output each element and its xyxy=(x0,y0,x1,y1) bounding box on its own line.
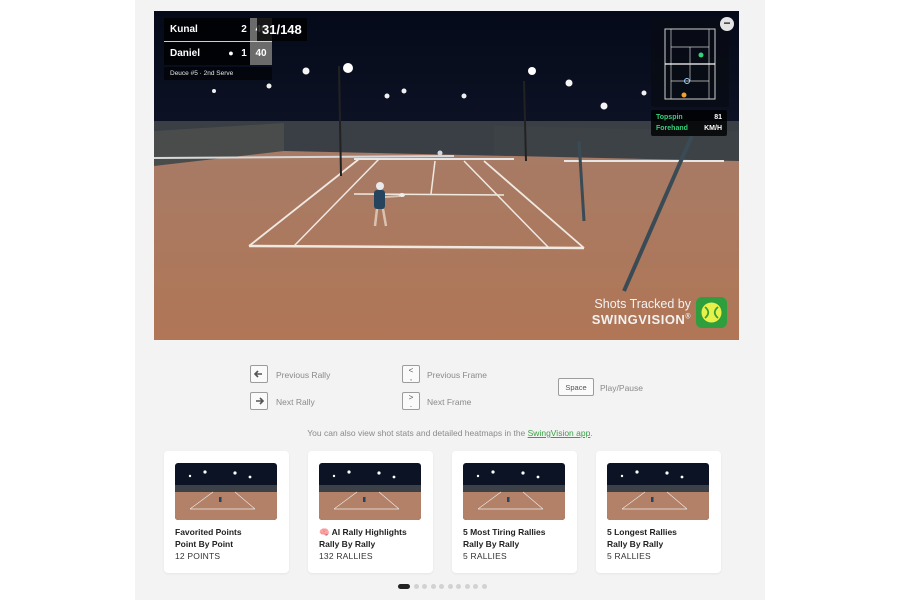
card-count: 5 RALLIES xyxy=(607,551,651,561)
pagination-dot[interactable] xyxy=(481,584,487,589)
card-title: 5 Most Tiring Rallies xyxy=(463,527,546,537)
pagination-dot[interactable] xyxy=(447,584,453,589)
registered-mark: ® xyxy=(685,313,691,321)
pagination-dot[interactable] xyxy=(439,584,444,589)
serve-indicator xyxy=(224,18,238,41)
court-minimap xyxy=(651,17,729,107)
pagination-dot[interactable] xyxy=(464,584,470,589)
player-name: Kunal xyxy=(164,18,224,41)
shortcut-next-frame: Next Frame xyxy=(427,397,472,407)
point-status: Deuce #5 · 2nd Serve xyxy=(164,67,272,80)
shortcut-play-pause: Play/Pause xyxy=(600,383,643,393)
card-thumbnail xyxy=(463,463,565,520)
shot-info-panel: Topspin Forehand 81 KM/H xyxy=(651,110,727,136)
watermark-brand: SWINGVISION xyxy=(591,312,686,327)
scoreboard: Kunal 2 40 Daniel ● 1 40 Deuce #5 · 2nd … xyxy=(164,18,272,80)
speed-unit: KM/H xyxy=(704,125,722,132)
minimize-icon[interactable]: − xyxy=(720,17,734,31)
arrow-left-icon[interactable] xyxy=(250,365,268,383)
pagination-dot-active[interactable] xyxy=(398,584,410,589)
opponent-marker xyxy=(681,92,687,98)
note-end: . xyxy=(590,428,593,438)
playlist-card[interactable]: Favorited Points Point By Point 12 POINTS xyxy=(164,451,289,573)
space-key[interactable]: Space xyxy=(558,378,594,396)
pagination-dot[interactable] xyxy=(413,584,419,589)
spin-type: Topspin xyxy=(656,114,683,121)
playlist-card[interactable]: 🧠 AI Rally Highlights Rally By Rally 132 R… xyxy=(308,451,433,573)
period-key[interactable]: > . xyxy=(402,392,420,410)
playlist-card[interactable]: 5 Longest Rallies Rally By Rally 5 RALLIES xyxy=(596,451,721,573)
stroke-type: Forehand xyxy=(656,125,688,132)
card-count: 12 POINTS xyxy=(175,551,221,561)
pagination-dot[interactable] xyxy=(430,584,436,589)
playlist-card[interactable]: 5 Most Tiring Rallies Rally By Rally 5 RAL… xyxy=(452,451,577,573)
pagination-dot[interactable] xyxy=(456,584,461,589)
score-row-player-2: Daniel ● 1 40 xyxy=(164,42,272,65)
swingvision-watermark: Shots Tracked by SWINGVISION® xyxy=(592,297,691,327)
card-thumbnail xyxy=(319,463,421,520)
shortcut-next-rally: Next Rally xyxy=(276,397,315,407)
shot-counter: 31/148 xyxy=(257,18,307,41)
shortcut-previous-frame: Previous Frame xyxy=(427,370,487,380)
watermark-line-1: Shots Tracked by xyxy=(594,297,691,311)
card-count: 5 RALLIES xyxy=(463,551,507,561)
shot-speed: 81 xyxy=(714,114,722,121)
card-title: AI Rally Highlights xyxy=(331,527,407,537)
minimap-court xyxy=(664,28,716,100)
card-subtitle: Rally By Rally xyxy=(607,539,664,549)
arrow-right-icon[interactable] xyxy=(250,392,268,410)
note-text: You can also view shot stats and detaile… xyxy=(307,428,528,438)
player-name: Daniel xyxy=(164,42,224,65)
card-title: 5 Longest Rallies xyxy=(607,527,677,537)
card-thumbnail xyxy=(175,463,277,520)
carousel-pagination xyxy=(398,584,490,589)
card-title: Favorited Points xyxy=(175,527,242,537)
pagination-dot[interactable] xyxy=(422,584,427,589)
card-subtitle: Rally By Rally xyxy=(463,539,520,549)
card-subtitle: Rally By Rally xyxy=(319,539,376,549)
card-count: 132 RALLIES xyxy=(319,551,373,561)
set-score: 1 xyxy=(238,42,250,65)
swingvision-app-link[interactable]: SwingVision app xyxy=(528,428,591,438)
card-subtitle: Point By Point xyxy=(175,539,234,549)
serve-indicator: ● xyxy=(224,42,238,65)
score-row-player-1: Kunal 2 40 xyxy=(164,18,272,41)
card-thumbnail xyxy=(607,463,709,520)
comma-key[interactable]: < , xyxy=(402,365,420,383)
pagination-dot[interactable] xyxy=(473,584,478,589)
game-score: 40 xyxy=(250,42,272,65)
swingvision-logo-icon xyxy=(696,297,727,328)
shortcut-previous-rally: Previous Rally xyxy=(276,370,331,380)
ball-marker xyxy=(698,52,704,58)
video-player[interactable]: Kunal 2 40 Daniel ● 1 40 Deuce #5 · 2nd … xyxy=(154,11,739,340)
set-score: 2 xyxy=(238,18,250,41)
brain-icon: 🧠 xyxy=(319,527,330,537)
app-note: You can also view shot stats and detaile… xyxy=(0,428,900,438)
